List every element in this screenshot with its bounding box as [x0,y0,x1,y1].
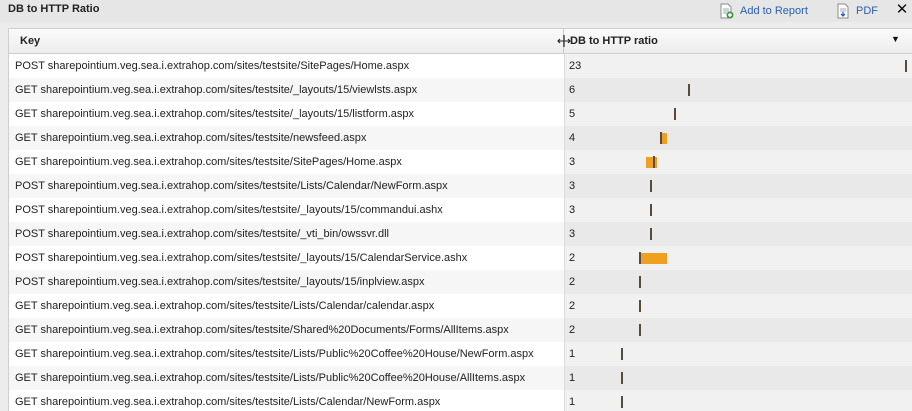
add-report-icon [720,3,734,19]
row-ratio-cell: 3 [564,198,912,222]
row-key[interactable]: GET sharepointium.veg.sea.i.extrahop.com… [9,342,564,366]
table-row[interactable]: GET sharepointium.veg.sea.i.extrahop.com… [9,126,912,150]
row-ratio-value: 5 [569,108,576,120]
row-ratio-value: 1 [569,396,576,408]
row-ratio-value: 3 [569,204,576,216]
pdf-button[interactable]: PDF [836,2,878,20]
row-ratio-value: 2 [569,276,576,288]
row-key[interactable]: GET sharepointium.veg.sea.i.extrahop.com… [9,390,564,411]
row-ratio-cell: 1 [564,366,912,390]
row-ratio-cell: 4 [564,126,912,150]
table-row[interactable]: GET sharepointium.veg.sea.i.extrahop.com… [9,390,912,411]
row-key[interactable]: GET sharepointium.veg.sea.i.extrahop.com… [9,150,564,174]
data-table: Key DB to HTTP ratio ▼ POST sharepointiu… [8,28,912,411]
row-ratio-cell: 2 [564,270,912,294]
table-row[interactable]: GET sharepointium.veg.sea.i.extrahop.com… [9,102,912,126]
row-ratio-cell: 2 [564,318,912,342]
ratio-median-marker [639,252,641,264]
ratio-median-marker [639,300,641,312]
column-header-ratio[interactable]: DB to HTTP ratio [570,29,658,54]
row-key[interactable]: POST sharepointium.veg.sea.i.extrahop.co… [9,54,564,78]
table-row[interactable]: POST sharepointium.veg.sea.i.extrahop.co… [9,246,912,270]
table-header: Key DB to HTTP ratio ▼ [9,29,912,54]
row-key[interactable]: GET sharepointium.veg.sea.i.extrahop.com… [9,126,564,150]
row-ratio-value: 6 [569,84,576,96]
row-ratio-cell: 2 [564,246,912,270]
ratio-median-marker [653,156,655,168]
row-ratio-value: 1 [569,348,576,360]
row-ratio-cell: 3 [564,222,912,246]
ratio-median-marker [905,60,907,72]
pdf-label: PDF [856,5,878,17]
row-ratio-value: 3 [569,156,576,168]
column-header-key[interactable]: Key [20,29,40,54]
title-bar: DB to HTTP Ratio Add to Report PDF ✕ [0,0,912,22]
ratio-median-marker [639,276,641,288]
ratio-median-marker [621,396,623,408]
window-title: DB to HTTP Ratio [8,3,100,15]
ratio-median-marker [688,84,690,96]
table-row[interactable]: GET sharepointium.veg.sea.i.extrahop.com… [9,150,912,174]
table-row[interactable]: POST sharepointium.veg.sea.i.extrahop.co… [9,174,912,198]
row-key[interactable]: POST sharepointium.veg.sea.i.extrahop.co… [9,198,564,222]
row-ratio-cell: 3 [564,174,912,198]
row-key[interactable]: POST sharepointium.veg.sea.i.extrahop.co… [9,222,564,246]
ratio-median-marker [660,132,662,144]
table-row[interactable]: POST sharepointium.veg.sea.i.extrahop.co… [9,198,912,222]
add-to-report-label: Add to Report [740,5,808,17]
row-ratio-value: 2 [569,300,576,312]
row-ratio-value: 4 [569,132,576,144]
row-ratio-value: 1 [569,372,576,384]
column-resize-icon[interactable] [557,35,571,47]
table-row[interactable]: POST sharepointium.veg.sea.i.extrahop.co… [9,270,912,294]
table-row[interactable]: GET sharepointium.veg.sea.i.extrahop.com… [9,294,912,318]
table-row[interactable]: GET sharepointium.veg.sea.i.extrahop.com… [9,78,912,102]
ratio-median-marker [650,180,652,192]
row-ratio-value: 23 [569,60,582,72]
row-key[interactable]: POST sharepointium.veg.sea.i.extrahop.co… [9,174,564,198]
ratio-median-marker [650,228,652,240]
table-row[interactable]: POST sharepointium.veg.sea.i.extrahop.co… [9,222,912,246]
ratio-range-box [646,157,657,168]
table-row[interactable]: GET sharepointium.veg.sea.i.extrahop.com… [9,318,912,342]
row-ratio-cell: 23 [564,54,912,78]
table-row[interactable]: GET sharepointium.veg.sea.i.extrahop.com… [9,342,912,366]
ratio-median-marker [639,324,641,336]
table-row[interactable]: GET sharepointium.veg.sea.i.extrahop.com… [9,366,912,390]
row-ratio-cell: 6 [564,78,912,102]
row-ratio-value: 3 [569,180,576,192]
row-ratio-value: 2 [569,252,576,264]
row-ratio-cell: 1 [564,390,912,411]
row-key[interactable]: GET sharepointium.veg.sea.i.extrahop.com… [9,78,564,102]
row-ratio-cell: 5 [564,102,912,126]
ratio-range-box [639,253,667,264]
sort-dropdown-icon[interactable]: ▼ [891,34,900,44]
row-key[interactable]: POST sharepointium.veg.sea.i.extrahop.co… [9,270,564,294]
row-key[interactable]: GET sharepointium.veg.sea.i.extrahop.com… [9,102,564,126]
table-row[interactable]: POST sharepointium.veg.sea.i.extrahop.co… [9,54,912,78]
row-key[interactable]: GET sharepointium.veg.sea.i.extrahop.com… [9,366,564,390]
row-key[interactable]: GET sharepointium.veg.sea.i.extrahop.com… [9,294,564,318]
close-icon[interactable]: ✕ [894,1,910,19]
pdf-icon [837,3,849,19]
ratio-median-marker [674,108,676,120]
ratio-median-marker [621,372,623,384]
row-ratio-value: 3 [569,228,576,240]
ratio-median-marker [650,204,652,216]
row-ratio-cell: 2 [564,294,912,318]
ratio-median-marker [621,348,623,360]
row-ratio-cell: 1 [564,342,912,366]
row-ratio-value: 2 [569,324,576,336]
add-to-report-button[interactable]: Add to Report [718,2,808,20]
row-ratio-cell: 3 [564,150,912,174]
row-key[interactable]: POST sharepointium.veg.sea.i.extrahop.co… [9,246,564,270]
row-key[interactable]: GET sharepointium.veg.sea.i.extrahop.com… [9,318,564,342]
